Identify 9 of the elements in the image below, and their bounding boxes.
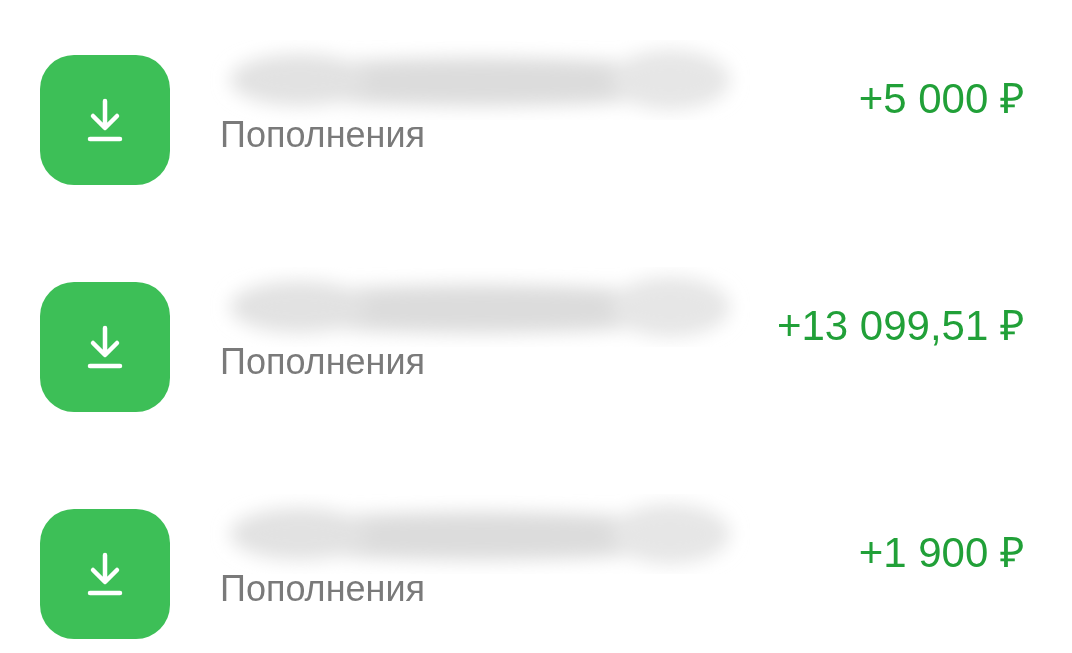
deposit-icon [40, 282, 170, 412]
amount-text: +5 000 ₽ [858, 74, 1024, 124]
category-label: Пополнения [220, 114, 426, 156]
category-label: Пополнения [220, 341, 426, 383]
amount-text: +13 099,51 ₽ [776, 301, 1024, 351]
amount-text: +1 900 ₽ [858, 528, 1024, 578]
category-label: Пополнения [220, 568, 426, 610]
deposit-icon [40, 55, 170, 185]
deposit-icon [40, 509, 170, 639]
